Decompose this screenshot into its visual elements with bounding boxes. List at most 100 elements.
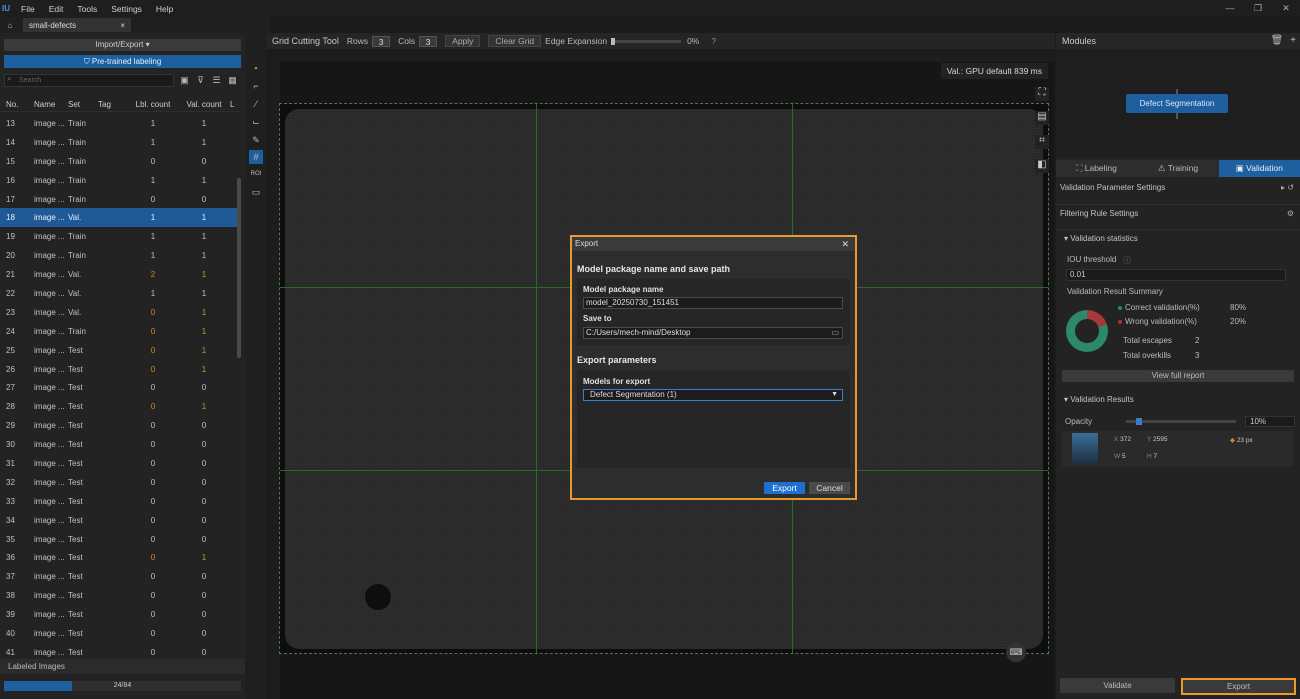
table-row[interactable]: 33 image ... Test 0 0 (0, 492, 237, 511)
info-icon[interactable]: ⓘ (1123, 255, 1131, 266)
list-scrollbar[interactable] (237, 178, 241, 358)
menu-file[interactable]: File (14, 4, 42, 14)
lasso-tool-icon[interactable]: ⌙ (249, 115, 263, 129)
grid-view-icon[interactable]: ⌗ (1035, 135, 1049, 149)
table-row[interactable]: 39 image ... Test 0 0 (0, 605, 237, 624)
col-l[interactable]: L (230, 100, 240, 109)
maximize-button[interactable]: ❐ (1244, 0, 1272, 17)
tab-labeling[interactable]: ⛶ Labeling (1056, 160, 1138, 177)
select-tool-icon[interactable]: ▪ (249, 61, 263, 75)
table-row[interactable]: 18 image ... Val. 1 1 (0, 208, 237, 228)
close-icon[interactable]: × (120, 21, 125, 30)
col-tag[interactable]: Tag (98, 100, 128, 109)
table-row[interactable]: 30 image ... Test 0 0 (0, 435, 237, 454)
image-icon[interactable]: ▣ (178, 74, 191, 87)
filter-rules-section[interactable]: Filtering Rule Settings ⚙ (1056, 204, 1300, 222)
folder-icon[interactable]: ▭ (831, 328, 839, 338)
col-name[interactable]: Name (30, 100, 68, 109)
table-row[interactable]: 24 image ... Train 0 1 (0, 322, 237, 341)
grid-view-icon[interactable]: ▦ (226, 74, 239, 87)
validation-result-item[interactable]: X 372 Y 2595 W 5 H 7 ◆ 23 px (1062, 431, 1294, 467)
table-row[interactable]: 23 image ... Val. 0 1 (0, 303, 237, 322)
add-icon[interactable]: + (1290, 35, 1296, 46)
table-row[interactable]: 34 image ... Test 0 0 (0, 511, 237, 530)
validation-stats-section[interactable]: ▾ Validation statistics (1056, 229, 1300, 247)
models-select[interactable]: Defect Segmentation (1) ▼ (583, 389, 843, 401)
table-row[interactable]: 20 image ... Train 1 1 (0, 246, 237, 265)
table-row[interactable]: 27 image ... Test 0 0 (0, 378, 237, 397)
menu-edit[interactable]: Edit (42, 4, 71, 14)
magic-wand-icon[interactable]: ⁄ (249, 97, 263, 111)
project-tab[interactable]: small-defects × (23, 18, 131, 32)
validate-button[interactable]: Validate (1060, 678, 1175, 693)
slider-handle[interactable] (611, 37, 616, 45)
validation-results-section[interactable]: ▾ Validation Results (1056, 391, 1300, 409)
apply-button[interactable]: Apply (445, 35, 481, 47)
table-row[interactable]: 38 image ... Test 0 0 (0, 586, 237, 605)
minimize-button[interactable]: — (1216, 0, 1244, 17)
rows-input[interactable]: 3 (372, 35, 391, 47)
filter-icon[interactable]: ⊽ (194, 74, 207, 87)
cols-input[interactable]: 3 (419, 35, 438, 47)
table-row[interactable]: 13 image ... Train 1 1 (0, 114, 237, 133)
iou-threshold-input[interactable]: 0.01 (1066, 269, 1286, 281)
table-row[interactable]: 40 image ... Test 0 0 (0, 624, 237, 643)
table-row[interactable]: 17 image ... Train 0 0 (0, 190, 237, 209)
table-row[interactable]: 36 image ... Test 0 1 (0, 548, 237, 567)
dialog-export-button[interactable]: Export (764, 482, 805, 494)
trash-icon[interactable]: 🗑 (1271, 35, 1284, 46)
table-row[interactable]: 29 image ... Test 0 0 (0, 416, 237, 435)
list-view-icon[interactable]: ☰ (210, 74, 223, 87)
menu-settings[interactable]: Settings (104, 4, 149, 14)
search-input[interactable]: Search (4, 74, 174, 87)
table-row[interactable]: 21 image ... Val. 2 1 (0, 265, 237, 284)
roi-icon[interactable]: ROI (249, 167, 263, 181)
fit-view-icon[interactable]: ⛶ (1035, 87, 1049, 101)
table-row[interactable]: 32 image ... Test 0 0 (0, 473, 237, 492)
menu-tools[interactable]: Tools (70, 4, 104, 14)
pretrained-labeling-button[interactable]: ⛉ Pre-trained labeling (4, 55, 241, 68)
opacity-slider[interactable] (1126, 418, 1236, 425)
table-row[interactable]: 22 image ... Val. 1 1 (0, 284, 237, 303)
save-path-input[interactable]: C:/Users/mech-mind/Desktop ▭ (583, 327, 843, 339)
opacity-input[interactable]: 10% (1245, 416, 1295, 427)
defect-segmentation-node[interactable]: Defect Segmentation (1126, 94, 1228, 113)
table-row[interactable]: 14 image ... Train 1 1 (0, 133, 237, 152)
tab-training[interactable]: ⚠ Training (1137, 160, 1219, 177)
table-row[interactable]: 35 image ... Test 0 0 (0, 530, 237, 549)
tab-validation[interactable]: ▣ Validation (1218, 160, 1300, 177)
table-row[interactable]: 19 image ... Train 1 1 (0, 227, 237, 246)
table-row[interactable]: 37 image ... Test 0 0 (0, 567, 237, 586)
polygon-tool-icon[interactable]: ⌐ (249, 79, 263, 93)
eraser-icon[interactable]: ✎ (249, 133, 263, 147)
table-row[interactable]: 15 image ... Train 0 0 (0, 152, 237, 171)
validation-params-section[interactable]: Validation Parameter Settings ▸ ↺ (1056, 179, 1300, 197)
import-export-button[interactable]: Import/Export ▾ (4, 39, 241, 51)
table-row[interactable]: 25 image ... Test 0 1 (0, 341, 237, 360)
col-lbl-count[interactable]: Lbl. count (128, 100, 178, 109)
view-full-report-button[interactable]: View full report (1062, 370, 1294, 382)
grid-cut-icon[interactable]: # (249, 150, 263, 164)
close-icon[interactable]: ✕ (841, 237, 849, 251)
mask-view-icon[interactable]: ▤ (1035, 111, 1049, 125)
clear-grid-button[interactable]: Clear Grid (488, 35, 542, 47)
help-icon[interactable]: ? (711, 36, 716, 46)
filter-settings-icon[interactable]: ⚙ (1287, 205, 1294, 223)
export-button[interactable]: Export (1181, 678, 1296, 695)
opacity-slider-handle[interactable] (1136, 418, 1143, 425)
col-no[interactable]: No. (0, 100, 30, 109)
col-val-count[interactable]: Val. count (178, 100, 230, 109)
keyboard-icon[interactable]: ⌨ (1006, 642, 1026, 662)
table-row[interactable]: 31 image ... Test 0 0 (0, 454, 237, 473)
table-row[interactable]: 16 image ... Train 1 1 (0, 171, 237, 190)
col-set[interactable]: Set (68, 100, 98, 109)
history-icon[interactable]: ▸ ↺ (1281, 179, 1294, 197)
mask-tool-icon[interactable]: ▭ (249, 185, 263, 199)
dialog-cancel-button[interactable]: Cancel (809, 482, 850, 494)
close-window-button[interactable]: ✕ (1272, 0, 1300, 17)
layer-icon[interactable]: ◧ (1035, 159, 1049, 173)
menu-help[interactable]: Help (149, 4, 180, 14)
package-name-input[interactable]: model_20250730_151451 (583, 297, 843, 309)
table-row[interactable]: 26 image ... Test 0 1 (0, 360, 237, 379)
home-icon[interactable]: ⌂ (0, 21, 20, 30)
